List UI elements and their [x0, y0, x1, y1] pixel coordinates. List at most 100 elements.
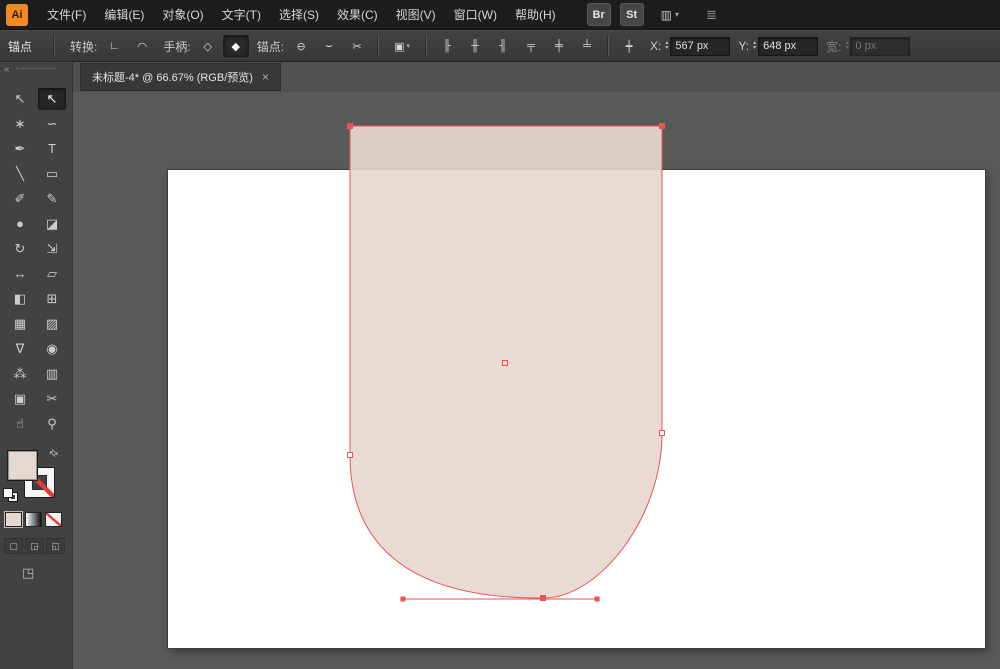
draw-behind-button[interactable]: ◲ — [25, 538, 44, 554]
mesh-tool[interactable]: ▦ — [6, 313, 34, 335]
width-field-group: 宽: ▴ ▾ — [826, 36, 911, 56]
direct-selection-tool[interactable]: ↖ — [38, 87, 66, 110]
rotate-tool[interactable]: ↻ — [6, 238, 34, 260]
show-handles-button[interactable]: ◆ — [222, 35, 249, 57]
color-button[interactable] — [5, 512, 22, 527]
bezier-handle-point[interactable] — [594, 596, 600, 602]
width-tool[interactable]: ↔ — [6, 263, 34, 285]
gradient-tool[interactable]: ▨ — [38, 313, 66, 335]
panel-grip[interactable] — [16, 68, 56, 72]
align-left-button[interactable]: ╟ — [434, 35, 460, 57]
stock-button[interactable]: St — [619, 3, 644, 26]
stepper-down-icon[interactable]: ▾ — [753, 45, 756, 51]
menu-item[interactable]: 选择(S) — [270, 0, 328, 30]
anchor-point[interactable] — [540, 595, 546, 601]
draw-mode-buttons: ▢ ◲ ◱ — [4, 538, 72, 554]
menu-item[interactable]: 视图(V) — [387, 0, 445, 30]
anchor-point[interactable] — [347, 452, 353, 458]
shape-builder-tool[interactable]: ◧ — [6, 288, 34, 310]
line-segment-tool[interactable]: ╲ — [6, 163, 34, 185]
fill-swatch[interactable] — [7, 450, 38, 481]
align-horizontal-center-button[interactable]: ╫ — [462, 35, 488, 57]
stepper-down-icon[interactable]: ▾ — [665, 45, 668, 51]
cut-path-button[interactable]: ✂ — [344, 35, 370, 57]
width-label: 宽: — [826, 39, 842, 54]
y-input[interactable] — [758, 36, 819, 56]
gradient-button[interactable] — [25, 512, 42, 527]
chevron-down-icon: ▾ — [675, 10, 680, 19]
zoom-tool[interactable]: ⚲ — [38, 413, 66, 435]
menu-item[interactable]: 帮助(H) — [506, 0, 565, 30]
y-stepper[interactable]: ▴ ▾ — [753, 40, 756, 51]
screen-mode-button[interactable]: ◳ — [22, 565, 42, 581]
isolate-button[interactable]: ▣ ▾ — [386, 35, 418, 57]
menu-item[interactable]: 对象(O) — [153, 0, 212, 30]
anchor-buttons: ⊖ ⌣ ✂ — [288, 35, 370, 57]
symbol-sprayer-tool[interactable]: ⁂ — [6, 363, 34, 385]
eraser-tool[interactable]: ◪ — [38, 213, 66, 235]
blob-brush-tool[interactable]: ● — [6, 213, 34, 235]
convert-to-corner-button[interactable]: ∟ — [101, 35, 127, 57]
canvas-area[interactable] — [73, 92, 1000, 669]
convert-buttons: ∟ ◠ — [101, 35, 155, 57]
workspace-icon: ▥ — [660, 7, 672, 22]
illustrator-window: Ai 文件(F) 编辑(E) 对象(O) 文字(T) 选择(S) 效果(C) 视图(V) 窗口… — [0, 0, 1000, 669]
connect-endpoints-button[interactable]: ⌣ — [316, 35, 342, 57]
menu-item[interactable]: 效果(C) — [328, 0, 387, 30]
distribute-button[interactable]: ┿ — [616, 35, 642, 57]
tools-panel: « ↖ ↖ ∗ ∽ ✒ T ╲ ▭ ✐ ✎ ● ◪ ↻ ⇲ ↔ ▱ ◧ ⊞ ▦ ▨ ∇ ◉ ⁂ ▥ ▣ ✂ ☝ ⚲ ⇄ ▢ ◲ ◱ ◳ — [0, 62, 73, 669]
menu-item[interactable]: 文件(F) — [38, 0, 95, 30]
x-input[interactable] — [670, 36, 731, 56]
chevron-down-icon: ▾ — [406, 43, 410, 50]
menu-item[interactable]: 编辑(E) — [95, 0, 153, 30]
app-logo: Ai — [6, 3, 28, 26]
scale-tool[interactable]: ⇲ — [38, 238, 66, 260]
align-vertical-middle-button[interactable]: ╪ — [546, 35, 572, 57]
free-transform-tool[interactable]: ▱ — [38, 263, 66, 285]
convert-to-smooth-button[interactable]: ◠ — [129, 35, 155, 57]
magic-wand-tool[interactable]: ∗ — [6, 113, 34, 135]
none-button[interactable] — [45, 512, 62, 527]
hand-tool[interactable]: ☝ — [6, 413, 34, 435]
anchor-point[interactable] — [659, 430, 665, 436]
workspace-switcher[interactable]: ▥ ▾ — [661, 8, 679, 22]
slice-tool[interactable]: ✂ — [38, 388, 66, 410]
align-bottom-button[interactable]: ╧ — [574, 35, 600, 57]
x-stepper[interactable]: ▴ ▾ — [665, 40, 668, 51]
panel-collapse-icon[interactable]: « — [4, 64, 10, 76]
app-bar-extra-icon[interactable]: ≣ — [706, 7, 717, 23]
anchor-point[interactable] — [347, 123, 353, 129]
rectangle-tool[interactable]: ▭ — [38, 163, 66, 185]
swap-colors-icon[interactable]: ⇄ — [46, 447, 60, 461]
default-fill-swatch — [3, 488, 13, 498]
menu-item[interactable]: 窗口(W) — [445, 0, 506, 30]
close-icon[interactable]: × — [262, 71, 269, 83]
selection-tool[interactable]: ↖ — [6, 88, 34, 110]
anchor-point[interactable] — [659, 123, 665, 129]
blend-tool[interactable]: ◉ — [38, 338, 66, 360]
menu-item[interactable]: 文字(T) — [213, 0, 270, 30]
separator — [425, 35, 428, 57]
type-tool[interactable]: T — [38, 138, 66, 160]
handles-label: 手柄: — [163, 39, 191, 54]
align-top-button[interactable]: ╤ — [518, 35, 544, 57]
context-label: 锚点 — [8, 39, 33, 54]
perspective-grid-tool[interactable]: ⊞ — [38, 288, 66, 310]
eyedropper-tool[interactable]: ∇ — [6, 338, 34, 360]
draw-inside-button[interactable]: ◱ — [46, 538, 65, 554]
column-graph-tool[interactable]: ▥ — [38, 363, 66, 385]
document-tab[interactable]: 未标题-4* @ 66.67% (RGB/预览) × — [80, 63, 281, 91]
bezier-handle-point[interactable] — [400, 596, 406, 602]
bridge-button[interactable]: Br — [586, 3, 611, 26]
align-right-button[interactable]: ╢ — [490, 35, 516, 57]
drawn-shape[interactable] — [349, 125, 663, 599]
pencil-tool[interactable]: ✎ — [38, 188, 66, 210]
draw-normal-button[interactable]: ▢ — [4, 538, 23, 554]
hide-handles-button[interactable]: ◇ — [195, 35, 221, 57]
lasso-tool[interactable]: ∽ — [38, 113, 66, 135]
default-colors-icon[interactable] — [3, 488, 18, 502]
paintbrush-tool[interactable]: ✐ — [6, 188, 34, 210]
remove-anchor-button[interactable]: ⊖ — [288, 35, 314, 57]
artboard-tool[interactable]: ▣ — [6, 388, 34, 410]
pen-tool[interactable]: ✒ — [6, 138, 34, 160]
